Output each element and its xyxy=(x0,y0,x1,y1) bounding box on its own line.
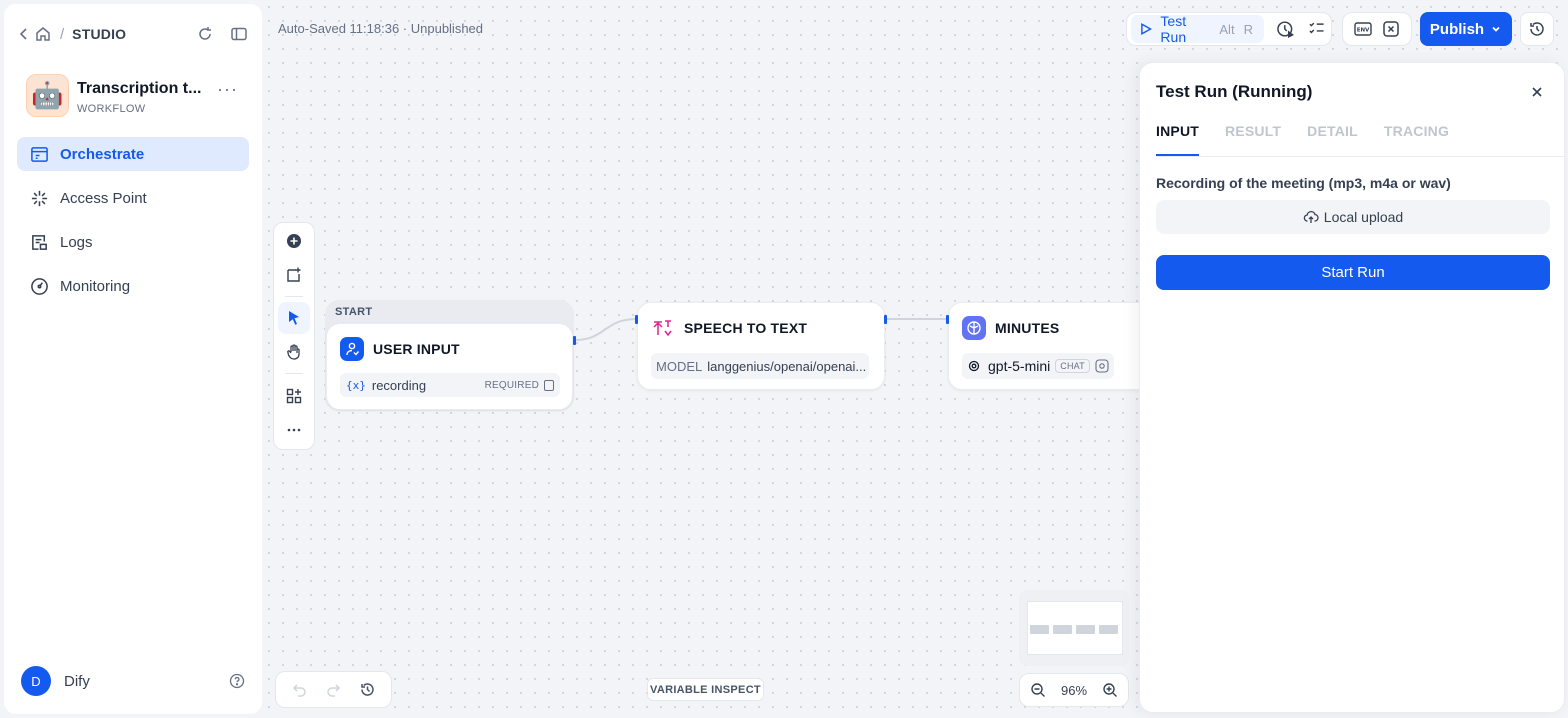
variable-name: recording xyxy=(371,377,427,393)
cloud-upload-icon xyxy=(1303,210,1319,223)
model-selector[interactable]: gpt-5-mini CHAT xyxy=(962,353,1114,379)
panel-tabs: INPUT RESULT DETAIL TRACING xyxy=(1156,123,1564,157)
model-key: MODEL xyxy=(656,358,703,374)
stt-input-handle[interactable] xyxy=(635,315,638,324)
required-badge: REQUIRED xyxy=(485,379,554,391)
minimap-node xyxy=(1053,625,1072,634)
model-value: langgenius/openai/openai... xyxy=(707,358,867,374)
user-input-node[interactable]: USER INPUT {x} recording REQUIRED xyxy=(326,323,573,410)
stt-output-handle[interactable] xyxy=(884,315,887,324)
panel-title: Test Run (Running) xyxy=(1156,82,1313,101)
tab-result[interactable]: RESULT xyxy=(1225,123,1281,156)
history-icon[interactable] xyxy=(359,681,376,698)
zoom-out-icon[interactable] xyxy=(1030,682,1046,698)
tab-input[interactable]: INPUT xyxy=(1156,123,1199,156)
minimap-viewport xyxy=(1027,601,1123,655)
node-title: MINUTES xyxy=(995,320,1060,336)
node-title: SPEECH TO TEXT xyxy=(684,320,808,336)
minimap[interactable] xyxy=(1019,590,1129,666)
edge-start-stt xyxy=(574,318,637,341)
variable-inspect-button[interactable]: VARIABLE INSPECT xyxy=(647,678,764,701)
node-header: USER INPUT xyxy=(340,337,460,361)
history-controls xyxy=(275,671,392,708)
test-run-panel: Test Run (Running) INPUT RESULT DETAIL T… xyxy=(1139,62,1565,713)
start-run-button[interactable]: Start Run xyxy=(1156,255,1550,290)
node-header: SPEECH TO TEXT xyxy=(651,316,807,340)
llm-icon xyxy=(962,316,986,340)
minutes-input-handle[interactable] xyxy=(946,315,949,324)
file-icon xyxy=(544,379,554,391)
variable-icon: {x} xyxy=(346,378,366,392)
start-label: START xyxy=(335,306,373,318)
user-input-icon xyxy=(340,337,364,361)
start-output-handle[interactable] xyxy=(573,336,576,345)
recording-field-label: Recording of the meeting (mp3, m4a or wa… xyxy=(1156,175,1451,191)
input-variable-row[interactable]: {x} recording REQUIRED xyxy=(340,373,560,397)
speech-to-text-node[interactable]: SPEECH TO TEXT MODEL langgenius/openai/o… xyxy=(637,302,885,390)
start-node-group[interactable]: START USER INPUT {x} recording REQUIRED xyxy=(325,300,574,411)
minimap-node xyxy=(1099,625,1118,634)
node-header: MINUTES xyxy=(962,316,1059,340)
tab-detail[interactable]: DETAIL xyxy=(1307,123,1358,156)
close-icon[interactable] xyxy=(1530,85,1544,99)
openai-icon xyxy=(968,360,980,372)
upload-label: Local upload xyxy=(1323,209,1404,225)
node-title: USER INPUT xyxy=(373,341,460,357)
zoom-in-icon[interactable] xyxy=(1102,682,1118,698)
minimap-node xyxy=(1076,625,1095,634)
tab-tracing[interactable]: TRACING xyxy=(1384,123,1449,156)
minutes-llm-node[interactable]: MINUTES gpt-5-mini CHAT xyxy=(948,302,1168,390)
minimap-node xyxy=(1030,625,1049,634)
local-upload-button[interactable]: Local upload xyxy=(1156,200,1550,234)
model-selector[interactable]: MODEL langgenius/openai/openai... xyxy=(651,353,869,379)
model-settings-icon[interactable] xyxy=(1095,359,1109,373)
model-mode-chip: CHAT xyxy=(1055,359,1090,373)
redo-icon[interactable] xyxy=(325,681,342,698)
speech-to-text-icon xyxy=(651,316,675,340)
zoom-controls: 96% xyxy=(1019,673,1129,707)
zoom-level[interactable]: 96% xyxy=(1061,683,1087,698)
model-value: gpt-5-mini xyxy=(988,358,1051,374)
undo-icon[interactable] xyxy=(291,681,308,698)
